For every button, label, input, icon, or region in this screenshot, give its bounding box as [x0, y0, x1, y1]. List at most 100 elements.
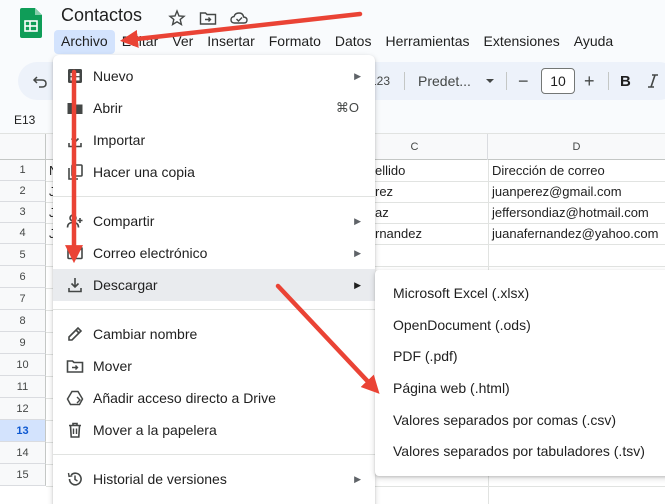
- download-html[interactable]: Página web (.html): [375, 372, 665, 404]
- font-size-input[interactable]: 10: [541, 68, 575, 94]
- file-menu: Nuevo ▶ Abrir ⌘O Importar Hacer una copi…: [53, 55, 375, 504]
- increase-font-size-button[interactable]: +: [584, 62, 595, 100]
- row-header[interactable]: 6: [0, 266, 46, 288]
- row-header[interactable]: 5: [0, 244, 46, 266]
- cell-d3[interactable]: jeffersondiaz@hotmail.com: [492, 202, 649, 223]
- new-sheet-icon: [68, 69, 82, 83]
- menu-item-label: Compartir: [93, 213, 155, 229]
- download-icon: [68, 278, 82, 293]
- row-header[interactable]: 15: [0, 464, 46, 486]
- menu-datos[interactable]: Datos: [328, 30, 379, 54]
- column-header-d[interactable]: D: [488, 134, 665, 160]
- menu-item-nuevo[interactable]: Nuevo ▶: [53, 60, 375, 92]
- menu-ver[interactable]: Ver: [165, 30, 200, 54]
- menu-item-label: Historial de versiones: [93, 471, 227, 487]
- menu-item-label: Añadir acceso directo a Drive: [93, 390, 276, 406]
- menu-item-label: Mover a la papelera: [93, 422, 217, 438]
- share-person-icon: [66, 214, 83, 228]
- document-title[interactable]: Contactos: [61, 5, 142, 26]
- row-header-selected[interactable]: 13: [0, 420, 46, 442]
- bold-button[interactable]: B: [620, 62, 631, 100]
- row-header[interactable]: 2: [0, 181, 46, 202]
- row-header[interactable]: 3: [0, 202, 46, 223]
- toolbar-divider: [506, 72, 507, 90]
- move-folder-icon[interactable]: [199, 9, 217, 27]
- caret-down-icon: [485, 79, 494, 83]
- row-header[interactable]: 10: [0, 354, 46, 376]
- cell-d2[interactable]: juanperez@gmail.com: [492, 181, 622, 202]
- menu-herramientas[interactable]: Herramientas: [378, 30, 476, 54]
- download-ods[interactable]: OpenDocument (.ods): [375, 309, 665, 341]
- drive-shortcut-icon: [66, 390, 84, 406]
- menu-item-compartir[interactable]: Compartir ▶: [53, 205, 375, 237]
- font-family-select[interactable]: Predet...: [418, 62, 495, 100]
- undo-icon[interactable]: [32, 73, 48, 89]
- decrease-font-size-button[interactable]: −: [518, 62, 529, 100]
- name-box[interactable]: E13: [14, 113, 35, 127]
- menu-ayuda[interactable]: Ayuda: [567, 30, 620, 54]
- menu-item-papelera[interactable]: Mover a la papelera: [53, 414, 375, 446]
- menu-item-mover[interactable]: Mover: [53, 350, 375, 382]
- row-header[interactable]: 8: [0, 310, 46, 332]
- submenu-arrow-icon: ▶: [354, 70, 361, 81]
- import-icon: [68, 133, 82, 148]
- menu-item-cambiar-nombre[interactable]: Cambiar nombre: [53, 318, 375, 350]
- menu-archivo[interactable]: Archivo: [54, 30, 115, 54]
- menu-item-label: Correo electrónico: [93, 245, 208, 261]
- submenu-arrow-icon: ▶: [354, 279, 361, 290]
- menu-extensiones[interactable]: Extensiones: [476, 30, 566, 54]
- menu-item-historial[interactable]: Historial de versiones ▶: [53, 463, 375, 495]
- download-pdf[interactable]: PDF (.pdf): [375, 340, 665, 372]
- menu-editar[interactable]: Editar: [115, 30, 166, 54]
- row-header[interactable]: 4: [0, 223, 46, 244]
- cell-d1[interactable]: Dirección de correo: [492, 160, 605, 181]
- menu-separator: [53, 309, 375, 310]
- google-sheets-logo-icon[interactable]: [20, 8, 42, 38]
- cell-c1[interactable]: ellido: [375, 160, 405, 181]
- folder-open-icon: [67, 103, 83, 114]
- submenu-arrow-icon: ▶: [354, 473, 361, 484]
- download-csv[interactable]: Valores separados por comas (.csv): [375, 404, 665, 436]
- cloud-status-icon[interactable]: [230, 9, 248, 27]
- menu-item-abrir[interactable]: Abrir ⌘O: [53, 92, 375, 124]
- menu-item-label: Cambiar nombre: [93, 326, 198, 342]
- italic-icon[interactable]: [646, 73, 660, 89]
- cell-c2[interactable]: rez: [375, 181, 393, 202]
- download-xlsx[interactable]: Microsoft Excel (.xlsx): [375, 277, 665, 309]
- sheets-window: Contactos Archivo Editar Ver Insertar Fo…: [0, 0, 665, 504]
- menu-item-label: Nuevo: [93, 68, 134, 84]
- move-folder-icon: [66, 360, 84, 373]
- menu-insertar[interactable]: Insertar: [200, 30, 261, 54]
- menu-item-acceso-directo[interactable]: Añadir acceso directo a Drive: [53, 382, 375, 414]
- row-header[interactable]: 1: [0, 160, 46, 181]
- submenu-item-label: Microsoft Excel (.xlsx): [393, 285, 530, 301]
- menu-item-importar[interactable]: Importar: [53, 124, 375, 156]
- select-all-corner[interactable]: [0, 134, 46, 160]
- row-header[interactable]: 11: [0, 376, 46, 398]
- history-icon: [67, 472, 82, 486]
- submenu-item-label: Valores separados por tabuladores (.tsv): [393, 443, 645, 459]
- row-header[interactable]: 9: [0, 332, 46, 354]
- email-icon: [67, 246, 83, 260]
- submenu-item-label: PDF (.pdf): [393, 348, 458, 364]
- menu-item-correo[interactable]: Correo electrónico ▶: [53, 237, 375, 269]
- submenu-arrow-icon: ▶: [354, 215, 361, 226]
- cell-d4[interactable]: juanafernandez@yahoo.com: [492, 223, 658, 244]
- download-submenu: Microsoft Excel (.xlsx) OpenDocument (.o…: [375, 270, 665, 476]
- menu-item-label: Hacer una copia: [93, 164, 195, 180]
- row-header[interactable]: 14: [0, 442, 46, 464]
- menu-formato[interactable]: Formato: [262, 30, 328, 54]
- submenu-arrow-icon: ▶: [354, 247, 361, 258]
- font-family-value: Predet...: [418, 73, 471, 89]
- cell-c3[interactable]: az: [375, 202, 389, 223]
- row-header[interactable]: 7: [0, 288, 46, 310]
- menu-item-label: Descargar: [93, 277, 158, 293]
- shortcut-label: ⌘O: [335, 100, 359, 115]
- row-header[interactable]: 12: [0, 398, 46, 420]
- download-tsv[interactable]: Valores separados por tabuladores (.tsv): [375, 435, 665, 467]
- cell-c4[interactable]: rnandez: [375, 223, 422, 244]
- menu-item-label: Mover: [93, 358, 132, 374]
- menu-item-descargar[interactable]: Descargar ▶: [53, 269, 375, 301]
- star-icon[interactable]: [168, 9, 186, 27]
- menu-item-hacer-copia[interactable]: Hacer una copia: [53, 156, 375, 188]
